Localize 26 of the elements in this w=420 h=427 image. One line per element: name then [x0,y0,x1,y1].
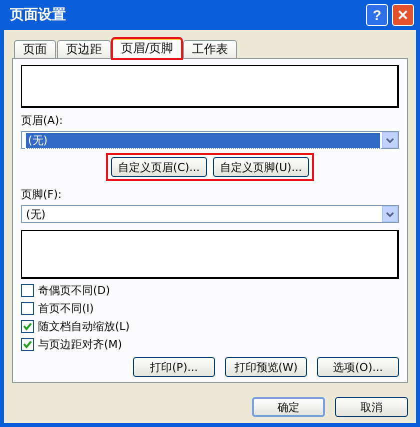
tab[interactable]: 工作表 [183,40,238,58]
tab[interactable]: 页面 [14,40,56,58]
checkbox-label: 奇偶页不同(D) [38,283,110,298]
window-title: 页面设置 [10,6,67,24]
dialog-button[interactable]: 确定 [252,397,325,417]
dialog-button[interactable]: 取消 [335,397,408,417]
checkbox-label: 与页边距对齐(M) [38,337,122,352]
checkbox[interactable] [21,284,34,297]
panel-button[interactable]: 选项(O)... [317,357,399,377]
footer-label: 页脚(F): [21,187,63,202]
checkbox[interactable] [21,302,34,315]
tab[interactable]: 页边距 [57,40,111,58]
checkbox[interactable] [21,338,34,351]
dropdown[interactable]: (无) [21,205,399,223]
help-button[interactable]: ? [366,4,388,26]
panel-button[interactable]: 打印(P)... [133,357,215,377]
custom-button[interactable]: 自定义页眉(C)... [111,157,207,177]
tab[interactable]: 页眉/页脚 [112,38,182,59]
checkbox[interactable] [21,320,34,333]
close-button[interactable]: ✕ [392,4,414,26]
panel-button[interactable]: 打印预览(W) [225,357,307,377]
custom-button[interactable]: 自定义页脚(U)... [212,157,309,177]
checkbox-label: 首页不同(I) [38,301,94,316]
header-label: 页眉(A): [21,113,64,128]
checkbox-label: 随文档自动缩放(L) [38,319,130,334]
dropdown[interactable]: (无) [21,131,399,149]
